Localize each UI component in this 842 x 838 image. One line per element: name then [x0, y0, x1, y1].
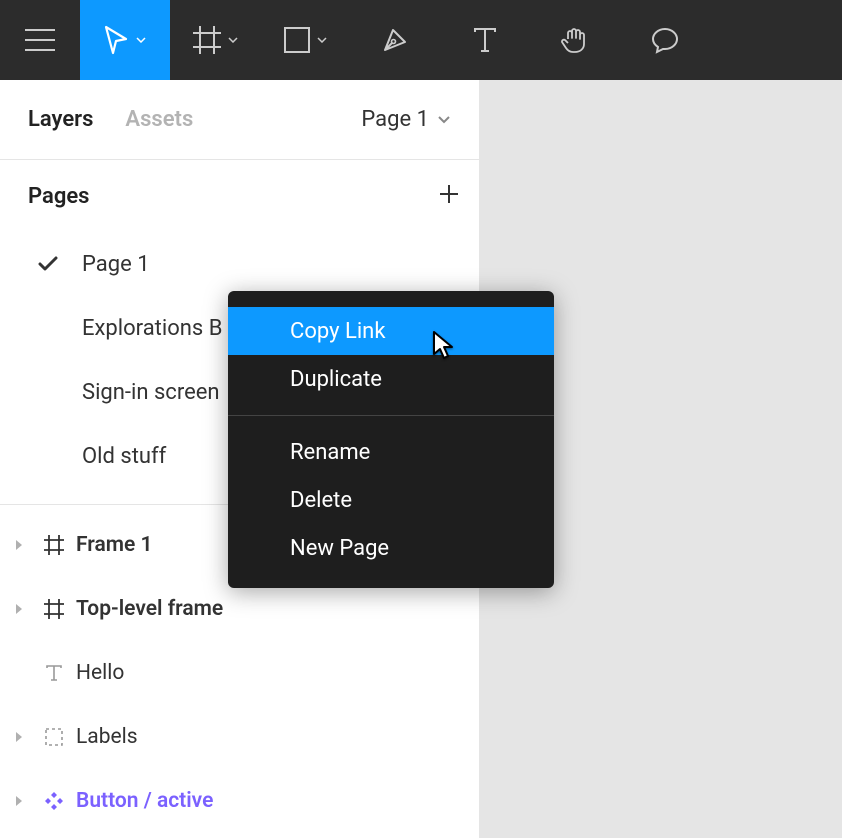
add-page-button[interactable]	[437, 182, 461, 210]
chevron-down-icon	[437, 115, 451, 124]
chevron-down-icon	[317, 37, 327, 43]
text-tool-button[interactable]	[440, 0, 530, 80]
frame-tool-button[interactable]	[170, 0, 260, 80]
comment-tool-button[interactable]	[620, 0, 710, 80]
layer-item-text[interactable]: Hello	[0, 641, 479, 705]
hand-icon	[560, 25, 590, 55]
tab-assets[interactable]: Assets	[125, 107, 193, 132]
component-icon	[43, 790, 65, 812]
toolbar	[0, 0, 842, 80]
shape-tool-button[interactable]	[260, 0, 350, 80]
text-icon	[471, 26, 499, 54]
plus-icon	[437, 182, 461, 206]
layer-label: Button / active	[76, 789, 213, 813]
context-item-new-page[interactable]: New Page	[228, 524, 554, 572]
group-icon	[44, 727, 64, 747]
move-tool-button[interactable]	[80, 0, 170, 80]
context-item-duplicate[interactable]: Duplicate	[228, 355, 554, 403]
layer-item-group[interactable]: Labels	[0, 705, 479, 769]
panel-tabs: Layers Assets Page 1	[0, 80, 479, 160]
context-item-copy-link[interactable]: Copy Link	[228, 307, 554, 355]
layer-item-component[interactable]: Button / active	[0, 769, 479, 833]
layer-label: Labels	[76, 725, 138, 749]
pen-tool-button[interactable]	[350, 0, 440, 80]
caret-right-icon	[14, 603, 24, 615]
page-label: Explorations B	[82, 316, 222, 341]
page-selector-label: Page 1	[361, 107, 429, 132]
page-label: Sign-in screen	[82, 380, 220, 405]
main-menu-button[interactable]	[0, 0, 80, 80]
mouse-cursor	[432, 330, 458, 366]
caret-right-icon	[14, 795, 24, 807]
layer-label: Frame 1	[76, 533, 153, 557]
frame-icon	[43, 598, 65, 620]
frame-icon	[43, 534, 65, 556]
text-icon	[44, 663, 64, 683]
check-icon	[38, 256, 58, 272]
context-item-delete[interactable]: Delete	[228, 476, 554, 524]
context-item-rename[interactable]: Rename	[228, 428, 554, 476]
caret-right-icon	[14, 539, 24, 551]
pages-title: Pages	[28, 184, 89, 209]
page-item[interactable]: Page 1	[0, 232, 479, 296]
rectangle-icon	[283, 26, 311, 54]
hand-tool-button[interactable]	[530, 0, 620, 80]
frame-icon	[192, 25, 222, 55]
pages-section-header: Pages	[0, 160, 479, 232]
chevron-down-icon	[136, 37, 146, 43]
layer-label: Hello	[76, 661, 124, 685]
page-label: Page 1	[82, 252, 150, 277]
tab-layers[interactable]: Layers	[28, 107, 93, 132]
comment-icon	[650, 25, 680, 55]
pen-icon	[380, 25, 410, 55]
layer-label: Top-level frame	[76, 597, 223, 621]
context-menu-separator	[228, 415, 554, 416]
cursor-icon	[104, 25, 130, 55]
hamburger-icon	[25, 29, 55, 51]
page-label: Old stuff	[82, 444, 166, 469]
caret-right-icon	[14, 731, 24, 743]
page-context-menu: Copy Link Duplicate Rename Delete New Pa…	[228, 291, 554, 588]
cursor-pointer-icon	[432, 330, 458, 362]
chevron-down-icon	[228, 37, 238, 43]
page-selector[interactable]: Page 1	[361, 107, 451, 132]
